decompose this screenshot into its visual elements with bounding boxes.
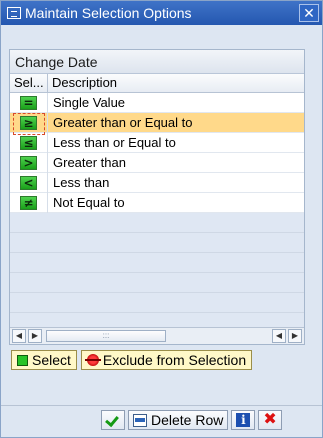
scroll-page-right-icon[interactable]: ▶ [288, 329, 302, 343]
selection-actions: Select Exclude from Selection [11, 350, 253, 370]
delete-row-label: Delete Row [151, 412, 224, 428]
cancel-icon: ✖ [263, 411, 277, 428]
column-header-sel[interactable]: Sel... [10, 74, 48, 92]
column-header-description[interactable]: Description [48, 74, 117, 92]
table-row[interactable]: ≠ Not Equal to [10, 192, 304, 213]
table-title: Change Date [10, 50, 304, 74]
row-selector[interactable]: > [10, 152, 48, 173]
row-selector[interactable]: = [10, 92, 48, 113]
row-selector[interactable]: ≥ [10, 112, 48, 135]
row-description: Less than or Equal to [53, 135, 176, 150]
table-header: Sel... Description [10, 74, 304, 93]
delete-row-button[interactable]: Delete Row [128, 410, 229, 430]
not-equal-sign-icon: ≠ [20, 195, 37, 210]
table-row[interactable]: ≤ Less than or Equal to [10, 132, 304, 153]
row-description: Less than [53, 175, 110, 190]
horizontal-scrollbar[interactable]: ◀ ▶ ::: ◀ ▶ [10, 327, 304, 344]
table-row[interactable]: ≥ Greater than or Equal to [10, 112, 304, 135]
row-description: Not Equal to [53, 195, 125, 210]
greater-sign-icon: > [20, 155, 37, 170]
equal-sign-icon: = [20, 95, 37, 110]
row-selector[interactable]: < [10, 172, 48, 193]
footer-divider [1, 405, 322, 406]
row-description: Single Value [53, 95, 126, 110]
scroll-thumb[interactable]: ::: [46, 330, 166, 342]
window-title: Maintain Selection Options [25, 5, 192, 21]
window-icon [7, 7, 21, 19]
row-selector[interactable]: ≤ [10, 132, 48, 153]
row-description: Greater than or Equal to [53, 115, 193, 130]
greater-equal-sign-icon: ≥ [20, 115, 37, 130]
row-description: Greater than [53, 155, 126, 170]
row-selector[interactable]: ≠ [10, 192, 48, 213]
exclude-from-selection-button[interactable]: Exclude from Selection [80, 350, 253, 370]
scroll-right-icon[interactable]: ▶ [28, 329, 42, 343]
green-square-icon [17, 354, 28, 366]
info-icon: i [236, 413, 251, 427]
close-button[interactable]: ✕ [299, 4, 319, 22]
empty-table-area [10, 213, 304, 329]
cancel-button[interactable]: ✖ [258, 410, 282, 430]
info-button[interactable]: i [231, 410, 256, 430]
less-sign-icon: < [20, 175, 37, 190]
exclude-icon [84, 354, 101, 366]
title-bar: Maintain Selection Options ✕ [1, 1, 322, 25]
table-row[interactable]: < Less than [10, 172, 304, 193]
scroll-left-icon[interactable]: ◀ [12, 329, 26, 343]
table-rows: = Single Value ≥ Greater than or Equal t… [10, 92, 304, 213]
table-row[interactable]: > Greater than [10, 152, 304, 173]
checkmark-icon [106, 413, 120, 427]
select-button-label: Select [32, 352, 71, 368]
ok-button[interactable] [101, 410, 125, 430]
exclude-button-label: Exclude from Selection [102, 352, 247, 368]
less-equal-sign-icon: ≤ [20, 135, 37, 150]
delete-row-icon [133, 413, 147, 427]
dialog-toolbar: Delete Row i ✖ [101, 410, 282, 430]
select-button[interactable]: Select [11, 350, 77, 370]
table-row[interactable]: = Single Value [10, 92, 304, 113]
selection-options-table: Change Date Sel... Description = Single … [9, 49, 305, 345]
scroll-page-left-icon[interactable]: ◀ [272, 329, 286, 343]
dialog-window: Maintain Selection Options ✕ Change Date… [0, 0, 323, 438]
